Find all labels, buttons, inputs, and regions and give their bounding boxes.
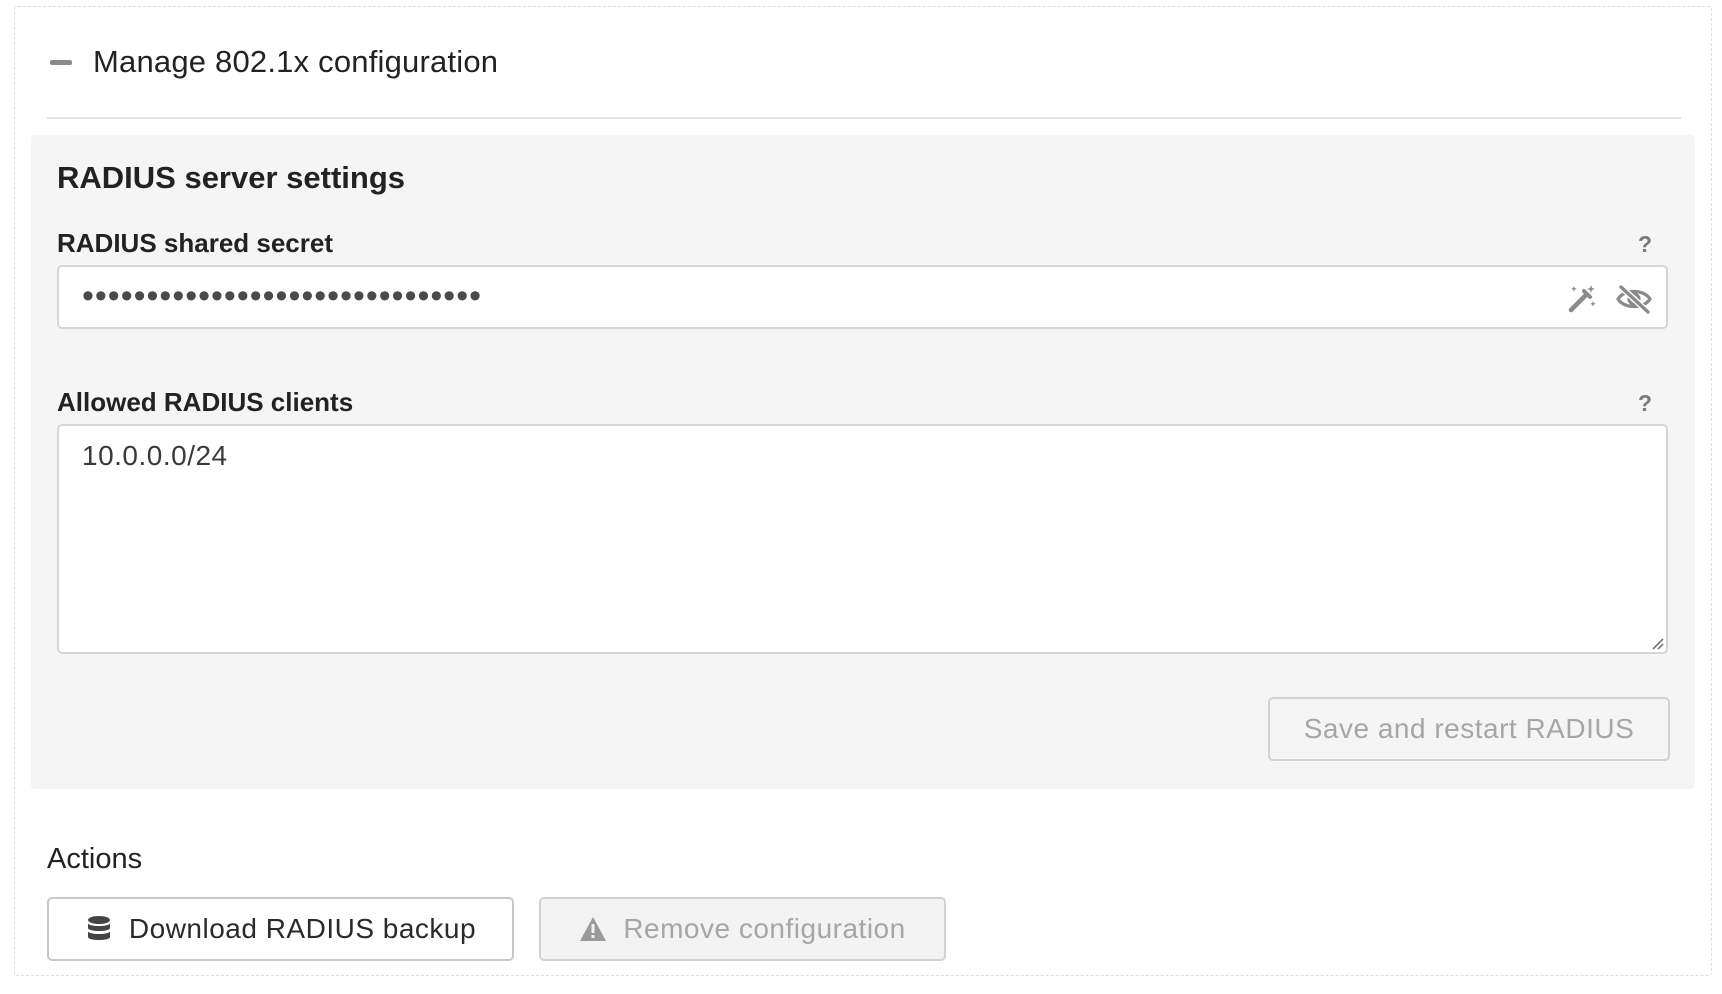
allowed-clients-help-icon[interactable]: ? (1636, 390, 1654, 417)
shared-secret-label: RADIUS shared secret (57, 228, 333, 258)
actions-heading: Actions (47, 843, 143, 875)
divider (47, 117, 1681, 119)
allowed-clients-label: Allowed RADIUS clients (57, 387, 354, 417)
database-icon (85, 915, 113, 943)
eye-slash-icon[interactable] (1615, 283, 1653, 315)
panel-title: Manage 802.1x configuration (93, 44, 499, 79)
shared-secret-input[interactable]: ••••••••••••••••••••••••••••••• (57, 265, 1668, 329)
remove-configuration-label: Remove configuration (623, 913, 906, 944)
shared-secret-help-icon[interactable]: ? (1636, 231, 1654, 258)
download-backup-button[interactable]: Download RADIUS backup (47, 897, 514, 961)
remove-configuration-button[interactable]: Remove configuration (539, 897, 946, 961)
warning-icon (579, 915, 607, 943)
minus-icon[interactable] (50, 59, 72, 65)
shared-secret-value: ••••••••••••••••••••••••••••••• (82, 277, 483, 315)
allowed-clients-textarea[interactable]: 10.0.0.0/24 (57, 424, 1668, 654)
collapse-toggle[interactable]: Manage 802.1x configuration (50, 42, 498, 82)
download-backup-label: Download RADIUS backup (128, 913, 477, 944)
resize-handle-icon[interactable] (1648, 634, 1664, 650)
magic-wand-icon[interactable] (1566, 283, 1598, 315)
save-restart-radius-button[interactable]: Save and restart RADIUS (1268, 697, 1670, 761)
section-title: RADIUS server settings (57, 160, 406, 195)
allowed-clients-value: 10.0.0.0/24 (82, 440, 228, 471)
